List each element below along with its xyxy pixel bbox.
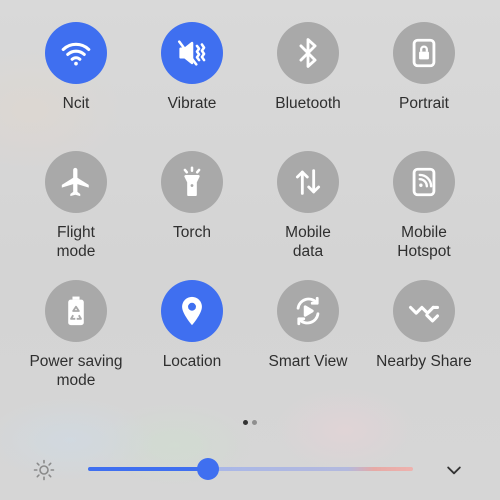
bluetooth-icon	[299, 38, 317, 68]
brightness-icon	[33, 459, 55, 481]
smart-view-icon	[296, 296, 320, 326]
tile-vibrate[interactable]: Vibrate	[134, 22, 250, 113]
portrait-toggle[interactable]	[393, 22, 455, 84]
torch-toggle[interactable]	[161, 151, 223, 213]
flight-mode-toggle[interactable]	[45, 151, 107, 213]
nearby-share-toggle[interactable]	[393, 280, 455, 342]
wifi-icon	[61, 42, 91, 66]
airplane-icon	[61, 167, 89, 197]
portrait-lock-icon	[412, 38, 436, 68]
tile-nearby-share[interactable]: Nearby Share	[366, 280, 482, 371]
tile-label: Torch	[173, 224, 211, 241]
tile-flight-mode[interactable]: Flight mode	[18, 151, 134, 261]
nearby-share-icon	[408, 305, 440, 323]
vibrate-toggle[interactable]	[161, 22, 223, 84]
smart-view-toggle[interactable]	[277, 280, 339, 342]
page-indicator	[0, 418, 500, 425]
page-dot-1[interactable]	[243, 420, 248, 425]
tile-label: Vibrate	[167, 95, 217, 112]
flashlight-icon	[183, 166, 201, 197]
tile-label: Mobile Hotspot	[397, 224, 451, 260]
brightness-slider-thumb[interactable]	[197, 458, 220, 480]
tile-torch[interactable]: Torch	[134, 151, 250, 242]
tile-smart-view[interactable]: Smart View	[250, 280, 366, 371]
wifi-toggle[interactable]	[45, 22, 107, 84]
tile-portrait[interactable]: Portrait	[366, 22, 482, 113]
tile-label: Portrait	[399, 95, 449, 112]
power-saving-toggle[interactable]	[45, 280, 107, 342]
tile-mobile-data[interactable]: Mobile data	[250, 151, 366, 261]
tile-bluetooth[interactable]: Bluetooth	[250, 22, 366, 113]
hotspot-icon	[412, 167, 436, 197]
mobile-data-toggle[interactable]	[277, 151, 339, 213]
bluetooth-toggle[interactable]	[277, 22, 339, 84]
tile-location[interactable]: Location	[134, 280, 250, 371]
tile-wifi[interactable]: Ncit	[18, 22, 134, 113]
tile-label: Mobile data	[285, 224, 331, 260]
tile-power-saving[interactable]: Power saving mode	[18, 280, 134, 390]
vibrate-icon	[177, 40, 206, 66]
mobile-hotspot-toggle[interactable]	[393, 151, 455, 213]
tile-label: Bluetooth	[275, 95, 341, 112]
battery-saver-icon	[68, 296, 84, 326]
location-toggle[interactable]	[161, 280, 223, 342]
tile-label: Smart View	[268, 353, 348, 370]
mobile-data-icon	[295, 169, 321, 195]
tile-mobile-hotspot[interactable]: Mobile Hotspot	[366, 151, 482, 261]
tile-label: Nearby Share	[376, 353, 472, 370]
tile-label: Flight mode	[56, 224, 96, 260]
tile-label: Power saving mode	[29, 353, 123, 389]
tile-label: Ncit	[62, 95, 90, 112]
page-dot-2[interactable]	[252, 420, 257, 425]
brightness-slider[interactable]	[88, 467, 413, 471]
tile-label: Location	[162, 353, 222, 370]
location-icon	[182, 296, 202, 326]
chevron-down-icon[interactable]	[444, 460, 464, 480]
